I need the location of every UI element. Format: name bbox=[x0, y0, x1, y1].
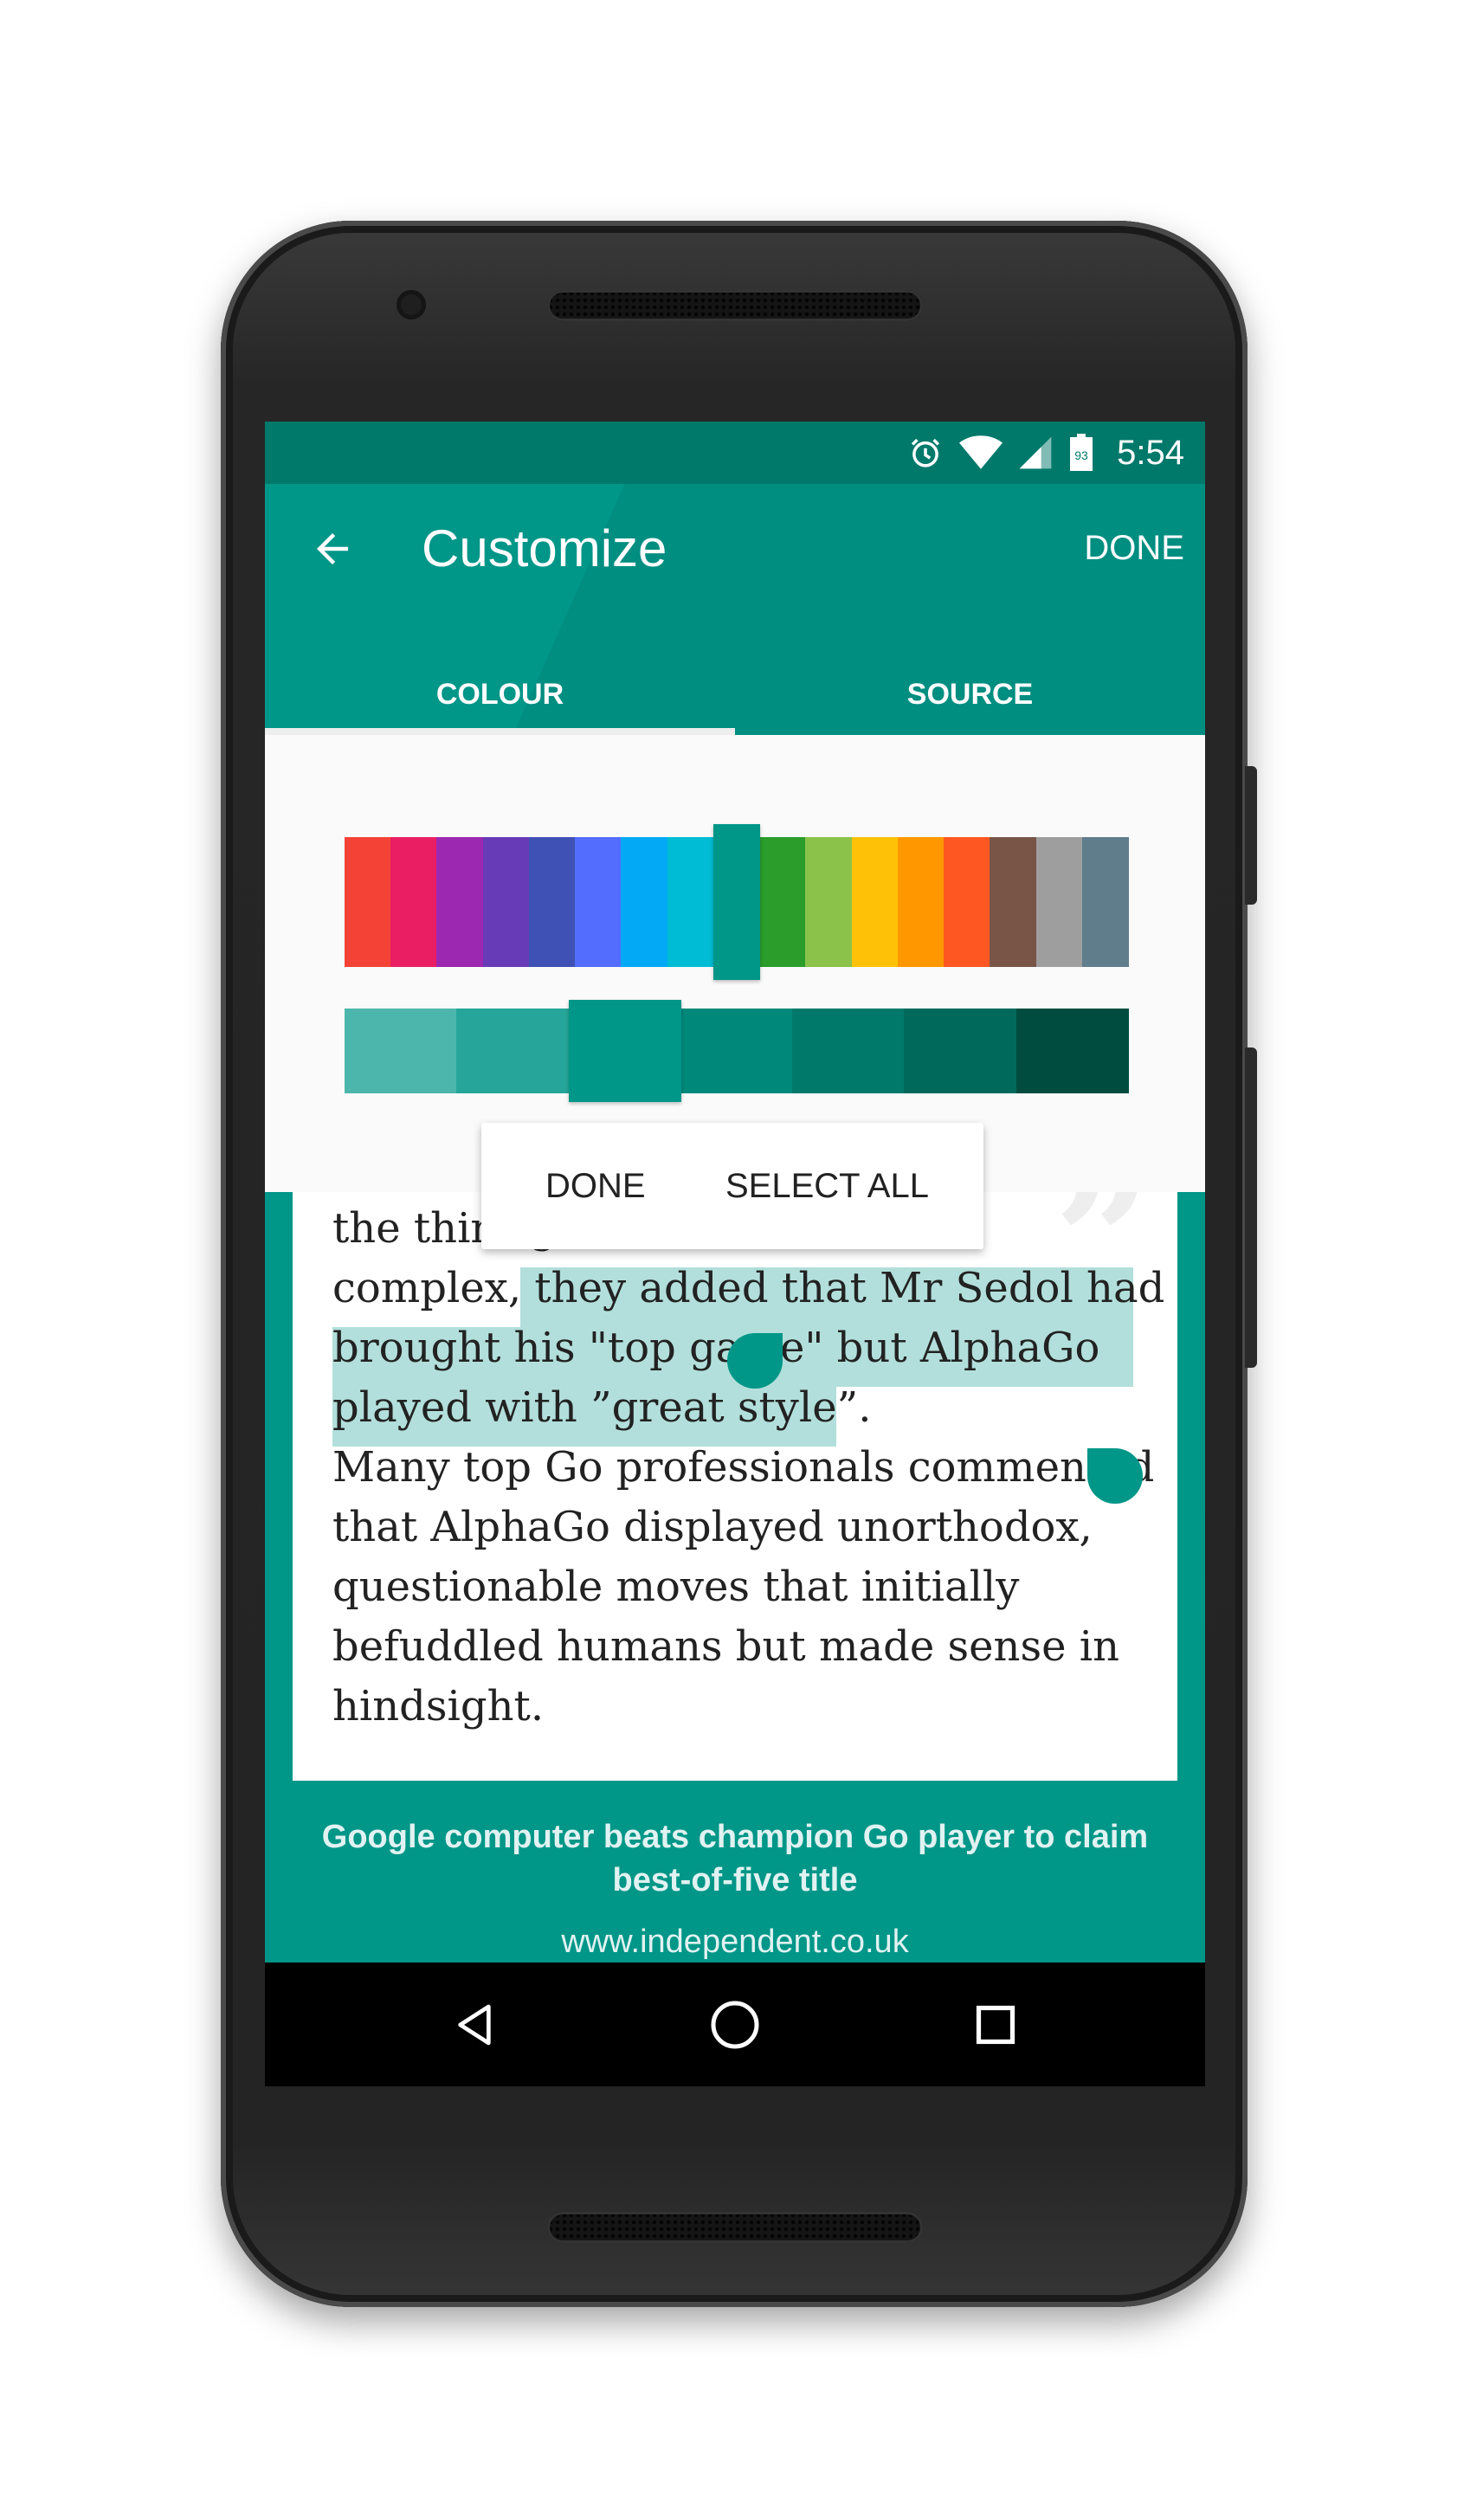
shade-swatch[interactable] bbox=[680, 1009, 793, 1093]
clock: 5:54 bbox=[1117, 433, 1184, 472]
hue-swatch[interactable] bbox=[1035, 837, 1083, 967]
navigation-bar bbox=[265, 1963, 1205, 2086]
hue-swatch[interactable] bbox=[575, 837, 622, 967]
hue-swatch[interactable] bbox=[621, 837, 668, 967]
shade-swatch[interactable] bbox=[568, 1000, 681, 1102]
power-button bbox=[1245, 766, 1257, 905]
article-line: hindsight. bbox=[332, 1682, 545, 1730]
shade-swatch[interactable] bbox=[792, 1009, 906, 1093]
hue-swatch[interactable] bbox=[482, 837, 530, 967]
signal-icon bbox=[1018, 435, 1053, 470]
page-title: Customize bbox=[422, 519, 667, 577]
text-selection-menu: DONE SELECT ALL bbox=[481, 1123, 983, 1249]
done-button[interactable]: DONE bbox=[1084, 529, 1184, 568]
status-bar: 93 5:54 bbox=[265, 422, 1205, 484]
volume-button bbox=[1245, 1047, 1257, 1368]
shade-swatch[interactable] bbox=[345, 1009, 457, 1093]
hue-swatch[interactable] bbox=[897, 837, 945, 967]
hue-swatch[interactable] bbox=[990, 837, 1037, 967]
selection-end-handle[interactable] bbox=[1087, 1448, 1143, 1504]
alarm-icon bbox=[907, 435, 944, 471]
article-line: complex, they added that Mr Sedol had bbox=[332, 1264, 1165, 1312]
hue-swatch[interactable] bbox=[851, 837, 899, 967]
article-line: befuddled humans but made sense in bbox=[332, 1622, 1119, 1671]
back-button[interactable] bbox=[306, 523, 358, 575]
article-headline: Google computer beats champion Go player… bbox=[321, 1819, 1149, 1898]
top-speaker-grille bbox=[547, 290, 923, 321]
arrow-back-icon bbox=[317, 533, 348, 564]
hue-swatch[interactable] bbox=[805, 837, 853, 967]
shade-swatch[interactable] bbox=[1015, 1009, 1129, 1093]
hue-swatch[interactable] bbox=[759, 837, 807, 967]
nav-recents-icon bbox=[976, 2005, 1015, 2045]
battery-level: 93 bbox=[1074, 448, 1088, 462]
hue-swatch[interactable] bbox=[944, 837, 991, 967]
hue-swatch[interactable] bbox=[436, 837, 484, 967]
article-text[interactable]: the third game had been complex, they ad… bbox=[332, 1199, 1165, 1737]
tab-source[interactable]: SOURCE bbox=[735, 660, 1205, 729]
select-all-button[interactable]: SELECT ALL bbox=[725, 1167, 929, 1206]
nav-back-icon bbox=[458, 2004, 491, 2046]
battery-icon: 93 bbox=[1068, 434, 1094, 472]
article-line: played with ”great style”. bbox=[332, 1383, 872, 1432]
shade-swatch[interactable] bbox=[456, 1009, 570, 1093]
tab-indicator bbox=[265, 728, 735, 735]
nav-home-button[interactable] bbox=[707, 1997, 763, 2053]
menu-done-button[interactable]: DONE bbox=[545, 1167, 646, 1206]
shade-swatch[interactable] bbox=[904, 1009, 1017, 1093]
hue-swatch[interactable] bbox=[528, 837, 576, 967]
hue-swatch[interactable] bbox=[667, 837, 714, 967]
hue-swatch[interactable] bbox=[390, 837, 438, 967]
hue-swatch[interactable] bbox=[712, 824, 760, 980]
wifi-icon bbox=[959, 435, 1003, 471]
nav-back-button[interactable] bbox=[447, 1997, 502, 2053]
selection-start-handle[interactable] bbox=[727, 1333, 783, 1389]
nav-home-icon bbox=[711, 2001, 759, 2049]
article-line: Many top Go professionals commented bbox=[332, 1443, 1155, 1492]
hue-palette bbox=[345, 824, 1129, 980]
front-camera bbox=[397, 290, 426, 319]
source-url[interactable]: www.independent.co.uk bbox=[265, 1924, 1205, 1961]
bottom-speaker-grille bbox=[547, 2212, 923, 2243]
nav-recents-button[interactable] bbox=[968, 1997, 1023, 2053]
article-line: that AlphaGo displayed unorthodox, bbox=[332, 1503, 1093, 1551]
article-line: questionable moves that initially bbox=[332, 1563, 1020, 1611]
tab-colour[interactable]: COLOUR bbox=[265, 660, 735, 729]
screen: 93 5:54 Customize DONE COLOUR SOURCE ” t… bbox=[265, 422, 1205, 2086]
article-card: ” the third game had been complex, they … bbox=[293, 1192, 1177, 1781]
hue-swatch[interactable] bbox=[1081, 837, 1129, 967]
shade-palette bbox=[345, 1000, 1129, 1102]
hue-swatch[interactable] bbox=[345, 837, 391, 967]
